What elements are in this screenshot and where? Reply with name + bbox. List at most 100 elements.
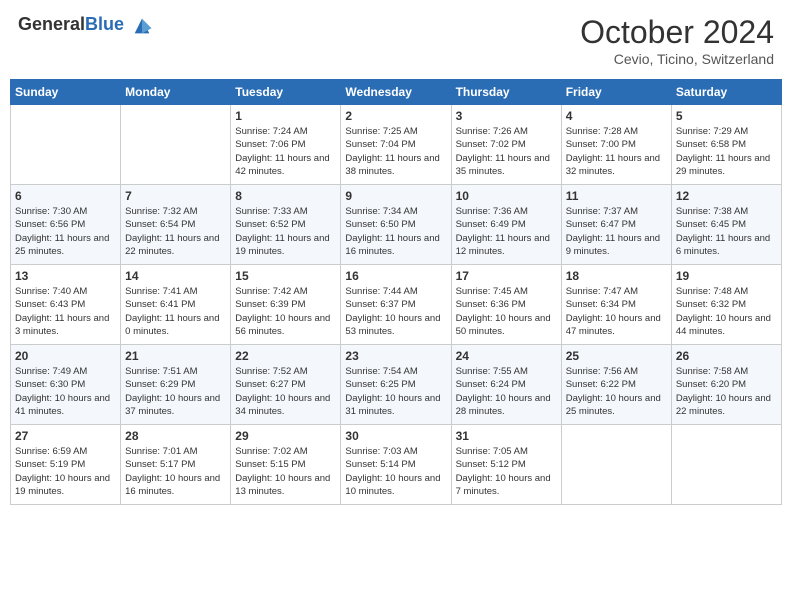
logo: GeneralBlue — [18, 14, 153, 37]
day-number: 11 — [566, 189, 667, 203]
day-number: 20 — [15, 349, 116, 363]
calendar-table: SundayMondayTuesdayWednesdayThursdayFrid… — [10, 79, 782, 505]
calendar-cell — [11, 105, 121, 185]
day-info: Sunrise: 7:26 AMSunset: 7:02 PMDaylight:… — [456, 125, 557, 178]
day-info: Sunrise: 7:41 AMSunset: 6:41 PMDaylight:… — [125, 285, 226, 338]
week-row-3: 13 Sunrise: 7:40 AMSunset: 6:43 PMDayligh… — [11, 265, 782, 345]
day-info: Sunrise: 7:58 AMSunset: 6:20 PMDaylight:… — [676, 365, 777, 418]
calendar-cell: 18Sunrise: 7:47 AMSunset: 6:34 PMDayligh… — [561, 265, 671, 345]
calendar-cell: 8 Sunrise: 7:33 AMSunset: 6:52 PMDaylight… — [231, 185, 341, 265]
day-info: Sunrise: 7:05 AMSunset: 5:12 PMDaylight:… — [456, 445, 557, 498]
calendar-cell: 25Sunrise: 7:56 AMSunset: 6:22 PMDayligh… — [561, 345, 671, 425]
day-info: Sunrise: 7:40 AMSunset: 6:43 PMDaylight:… — [15, 285, 116, 338]
day-info: Sunrise: 7:55 AMSunset: 6:24 PMDaylight:… — [456, 365, 557, 418]
day-number: 14 — [125, 269, 226, 283]
weekday-header-tuesday: Tuesday — [231, 80, 341, 105]
day-info: Sunrise: 7:34 AMSunset: 6:50 PMDaylight:… — [345, 205, 446, 258]
calendar-cell: 10 Sunrise: 7:36 AMSunset: 6:49 PMDayligh… — [451, 185, 561, 265]
calendar-cell: 1 Sunrise: 7:24 AMSunset: 7:06 PMDaylight… — [231, 105, 341, 185]
week-row-1: 1 Sunrise: 7:24 AMSunset: 7:06 PMDaylight… — [11, 105, 782, 185]
day-number: 15 — [235, 269, 336, 283]
calendar-cell: 24 Sunrise: 7:55 AMSunset: 6:24 PMDayligh… — [451, 345, 561, 425]
calendar-cell — [671, 425, 781, 505]
calendar-cell: 27 Sunrise: 6:59 AMSunset: 5:19 PMDayligh… — [11, 425, 121, 505]
day-number: 2 — [345, 109, 446, 123]
day-info: Sunrise: 7:44 AMSunset: 6:37 PMDaylight:… — [345, 285, 446, 338]
day-info: Sunrise: 7:49 AMSunset: 6:30 PMDaylight:… — [15, 365, 116, 418]
day-info: Sunrise: 7:45 AMSunset: 6:36 PMDaylight:… — [456, 285, 557, 338]
calendar-cell: 13 Sunrise: 7:40 AMSunset: 6:43 PMDayligh… — [11, 265, 121, 345]
day-number: 1 — [235, 109, 336, 123]
day-number: 21 — [125, 349, 226, 363]
day-info: Sunrise: 7:24 AMSunset: 7:06 PMDaylight:… — [235, 125, 336, 178]
week-row-4: 20 Sunrise: 7:49 AMSunset: 6:30 PMDayligh… — [11, 345, 782, 425]
day-info: Sunrise: 7:29 AMSunset: 6:58 PMDaylight:… — [676, 125, 777, 178]
day-number: 4 — [566, 109, 667, 123]
weekday-header-friday: Friday — [561, 80, 671, 105]
calendar-cell: 6 Sunrise: 7:30 AMSunset: 6:56 PMDaylight… — [11, 185, 121, 265]
calendar-cell: 7Sunrise: 7:32 AMSunset: 6:54 PMDaylight… — [121, 185, 231, 265]
day-number: 13 — [15, 269, 116, 283]
calendar-cell: 3 Sunrise: 7:26 AMSunset: 7:02 PMDaylight… — [451, 105, 561, 185]
weekday-header-wednesday: Wednesday — [341, 80, 451, 105]
day-number: 6 — [15, 189, 116, 203]
weekday-header-saturday: Saturday — [671, 80, 781, 105]
calendar-cell: 12 Sunrise: 7:38 AMSunset: 6:45 PMDayligh… — [671, 185, 781, 265]
calendar-cell: 20 Sunrise: 7:49 AMSunset: 6:30 PMDayligh… — [11, 345, 121, 425]
calendar-cell: 4 Sunrise: 7:28 AMSunset: 7:00 PMDaylight… — [561, 105, 671, 185]
calendar-cell: 2Sunrise: 7:25 AMSunset: 7:04 PMDaylight… — [341, 105, 451, 185]
day-number: 16 — [345, 269, 446, 283]
calendar-cell — [121, 105, 231, 185]
day-info: Sunrise: 7:37 AMSunset: 6:47 PMDaylight:… — [566, 205, 667, 258]
title-block: October 2024 Cevio, Ticino, Switzerland — [580, 14, 774, 67]
day-number: 10 — [456, 189, 557, 203]
logo-icon — [131, 15, 153, 37]
day-number: 8 — [235, 189, 336, 203]
day-info: Sunrise: 7:28 AMSunset: 7:00 PMDaylight:… — [566, 125, 667, 178]
day-number: 17 — [456, 269, 557, 283]
day-number: 24 — [456, 349, 557, 363]
day-number: 27 — [15, 429, 116, 443]
day-number: 22 — [235, 349, 336, 363]
day-number: 9 — [345, 189, 446, 203]
page-header: GeneralBlue October 2024 Cevio, Ticino, … — [10, 10, 782, 71]
calendar-cell: 31 Sunrise: 7:05 AMSunset: 5:12 PMDayligh… — [451, 425, 561, 505]
day-info: Sunrise: 7:33 AMSunset: 6:52 PMDaylight:… — [235, 205, 336, 258]
day-info: Sunrise: 7:52 AMSunset: 6:27 PMDaylight:… — [235, 365, 336, 418]
day-number: 12 — [676, 189, 777, 203]
day-number: 7 — [125, 189, 226, 203]
day-number: 19 — [676, 269, 777, 283]
day-info: Sunrise: 7:51 AMSunset: 6:29 PMDaylight:… — [125, 365, 226, 418]
day-info: Sunrise: 7:30 AMSunset: 6:56 PMDaylight:… — [15, 205, 116, 258]
day-number: 23 — [345, 349, 446, 363]
day-info: Sunrise: 7:48 AMSunset: 6:32 PMDaylight:… — [676, 285, 777, 338]
day-info: Sunrise: 6:59 AMSunset: 5:19 PMDaylight:… — [15, 445, 116, 498]
day-info: Sunrise: 7:02 AMSunset: 5:15 PMDaylight:… — [235, 445, 336, 498]
month-title: October 2024 — [580, 14, 774, 51]
calendar-cell: 21 Sunrise: 7:51 AMSunset: 6:29 PMDayligh… — [121, 345, 231, 425]
week-row-5: 27 Sunrise: 6:59 AMSunset: 5:19 PMDayligh… — [11, 425, 782, 505]
location: Cevio, Ticino, Switzerland — [580, 51, 774, 67]
calendar-cell: 22 Sunrise: 7:52 AMSunset: 6:27 PMDayligh… — [231, 345, 341, 425]
day-number: 31 — [456, 429, 557, 443]
calendar-cell: 16 Sunrise: 7:44 AMSunset: 6:37 PMDayligh… — [341, 265, 451, 345]
day-info: Sunrise: 7:56 AMSunset: 6:22 PMDaylight:… — [566, 365, 667, 418]
day-number: 26 — [676, 349, 777, 363]
calendar-cell: 28Sunrise: 7:01 AMSunset: 5:17 PMDayligh… — [121, 425, 231, 505]
day-info: Sunrise: 7:47 AMSunset: 6:34 PMDaylight:… — [566, 285, 667, 338]
calendar-cell — [561, 425, 671, 505]
weekday-header-monday: Monday — [121, 80, 231, 105]
day-number: 3 — [456, 109, 557, 123]
day-info: Sunrise: 7:01 AMSunset: 5:17 PMDaylight:… — [125, 445, 226, 498]
day-info: Sunrise: 7:38 AMSunset: 6:45 PMDaylight:… — [676, 205, 777, 258]
calendar-cell: 29 Sunrise: 7:02 AMSunset: 5:15 PMDayligh… — [231, 425, 341, 505]
day-info: Sunrise: 7:36 AMSunset: 6:49 PMDaylight:… — [456, 205, 557, 258]
calendar-cell: 17 Sunrise: 7:45 AMSunset: 6:36 PMDayligh… — [451, 265, 561, 345]
logo-general: General — [18, 14, 85, 34]
calendar-cell: 30Sunrise: 7:03 AMSunset: 5:14 PMDayligh… — [341, 425, 451, 505]
logo-blue: Blue — [85, 14, 124, 34]
weekday-header-thursday: Thursday — [451, 80, 561, 105]
day-number: 29 — [235, 429, 336, 443]
weekday-header-sunday: Sunday — [11, 80, 121, 105]
calendar-cell: 11 Sunrise: 7:37 AMSunset: 6:47 PMDayligh… — [561, 185, 671, 265]
